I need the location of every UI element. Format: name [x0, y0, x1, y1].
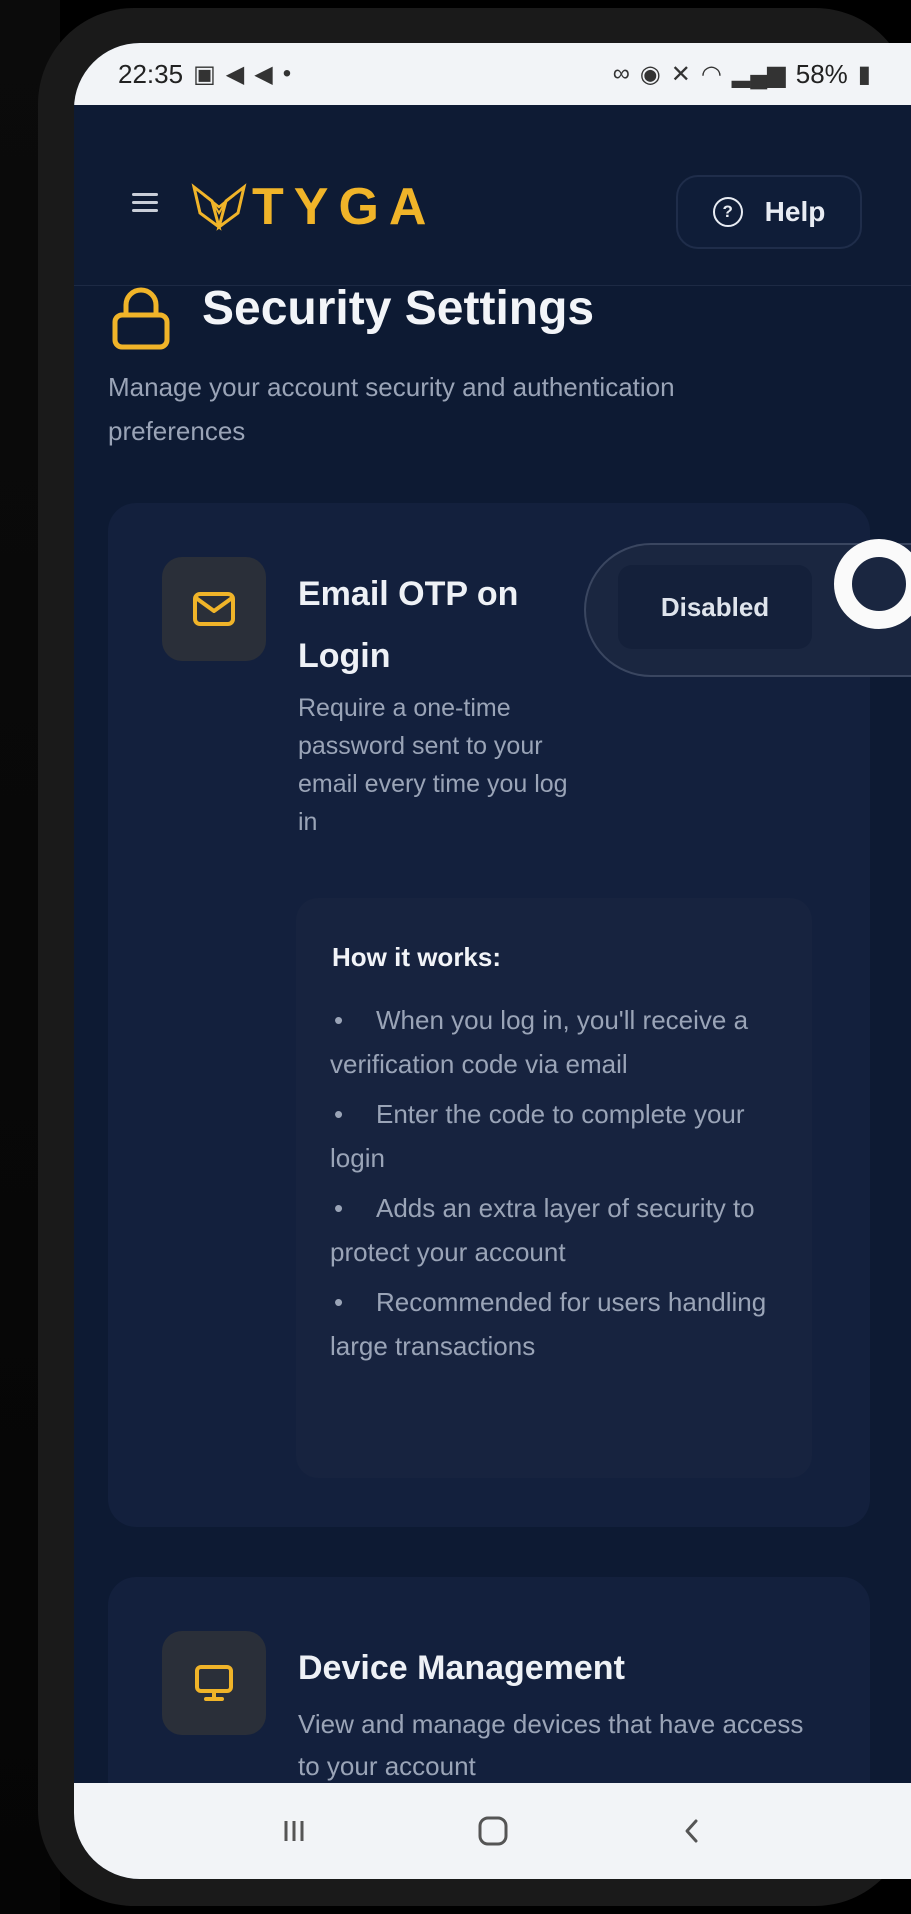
monitor-icon: [195, 1665, 233, 1701]
logo-text: TYGA: [252, 178, 437, 236]
recent-apps-icon: [284, 1821, 303, 1841]
mute-icon: ✕: [670, 60, 691, 88]
page-subtitle: Manage your account security and authent…: [108, 372, 675, 446]
how-it-works-title: How it works:: [332, 942, 502, 972]
mail-icon: [193, 592, 235, 626]
status-time: 22:35: [118, 58, 184, 89]
hamburger-menu-icon[interactable]: [132, 193, 158, 213]
email-otp-status[interactable]: Disabled: [618, 565, 812, 649]
signal-icon: ▂▄▆: [731, 60, 786, 88]
device-management-title: Device Management: [298, 1649, 625, 1687]
page-title: Security Settings: [202, 282, 595, 335]
email-otp-title-line1: Email OTP on: [298, 575, 519, 613]
email-otp-title-line2: Login: [298, 637, 391, 675]
recent-apps-button[interactable]: [264, 1801, 324, 1861]
device-icon-tile: [162, 1631, 266, 1735]
link-icon: ∞: [612, 60, 630, 87]
screen: 22:35 ▣ ◀ ◀ • ∞ ◉ ✕ ◠ ▂▄▆ 58% ▮ TYGA ? H…: [74, 43, 911, 1879]
home-icon: [478, 1816, 507, 1846]
how-it-works-list: • When you log in, you'll receive a verif…: [330, 998, 770, 1374]
battery-icon: ▮: [857, 60, 871, 88]
tyga-logo-icon: [191, 183, 247, 231]
list-item: • Recommended for users handling large tr…: [330, 1287, 767, 1361]
email-icon-tile: [162, 557, 266, 661]
more-notifications-icon: •: [282, 60, 292, 87]
list-item: • Adds an extra layer of security to prot…: [330, 1193, 755, 1267]
help-circle-icon: ?: [712, 197, 743, 227]
lock-icon: [112, 287, 170, 350]
status-bar: 22:35 ▣ ◀ ◀ • ∞ ◉ ✕ ◠ ▂▄▆ 58% ▮: [74, 43, 911, 105]
list-item: • When you log in, you'll receive a verif…: [330, 1005, 749, 1079]
app-header: TYGA ? Help: [74, 105, 911, 286]
system-nav-bar: [74, 1783, 911, 1879]
email-otp-description: Require a one-time password sent to your…: [298, 694, 568, 836]
device-management-description: View and manage devices that have access…: [298, 1709, 804, 1781]
how-it-works-box: How it works: • When you log in, you'll r…: [296, 898, 812, 1478]
gallery-notification-icon: ▣: [193, 60, 216, 88]
back-icon: [685, 1819, 697, 1843]
list-item: • Enter the code to complete your login: [330, 1099, 745, 1173]
wifi-icon: ◠: [700, 60, 722, 88]
telegram-notification-icon: ◀: [225, 60, 245, 88]
battery-percent: 58%: [795, 58, 848, 89]
back-button[interactable]: [662, 1801, 722, 1861]
help-button[interactable]: ? Help: [676, 175, 862, 249]
help-label: Help: [764, 196, 826, 227]
telegram-notification-icon-2: ◀: [254, 60, 273, 88]
alarm-icon: ◉: [639, 60, 661, 88]
home-button[interactable]: [463, 1801, 523, 1861]
